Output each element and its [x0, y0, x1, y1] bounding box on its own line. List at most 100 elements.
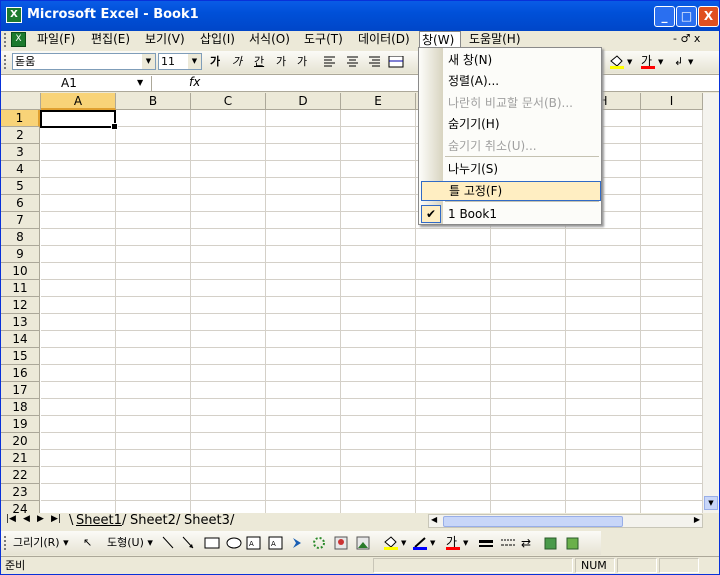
underline-button[interactable]: 간 — [254, 54, 264, 71]
status-text: 준비 — [5, 559, 26, 572]
toolbar-grip[interactable] — [4, 536, 7, 550]
row-header-19[interactable]: 19 — [1, 416, 40, 433]
menu-file[interactable]: 파일(F) — [35, 31, 77, 49]
row-header-10[interactable]: 10 — [1, 263, 40, 280]
active-cell[interactable] — [40, 110, 118, 130]
menu-insert[interactable]: 삽입(I) — [198, 31, 237, 49]
column-header-e[interactable]: E — [341, 93, 416, 110]
next-sheet-button[interactable]: ▶ — [37, 514, 44, 524]
column-header-a[interactable]: A — [41, 93, 116, 110]
row-header-11[interactable]: 11 — [1, 280, 40, 297]
row-header-5[interactable]: 5 — [1, 178, 40, 195]
gridline — [41, 415, 719, 416]
status-segment — [373, 558, 573, 573]
sheet-tab-3[interactable]: Sheet3 — [184, 513, 230, 529]
title-bar[interactable]: X Microsoft Excel - Book1 _ □ X — [1, 1, 719, 31]
column-header-c[interactable]: C — [191, 93, 266, 110]
sheet-tab-2[interactable]: Sheet2 — [130, 513, 176, 529]
window-menu-item-0[interactable]: 새 창(N) — [419, 50, 601, 70]
row-header-13[interactable]: 13 — [1, 314, 40, 331]
toolbar-grip[interactable] — [4, 55, 7, 69]
select-objects-icon[interactable]: ↖ — [83, 536, 92, 550]
close-button[interactable]: X — [698, 6, 719, 27]
scroll-right-button[interactable]: ▶ — [694, 515, 700, 524]
row-header-23[interactable]: 23 — [1, 484, 40, 501]
excel-window: X Microsoft Excel - Book1 _ □ X X 파일(F) … — [0, 0, 720, 575]
column-header-d[interactable]: D — [266, 93, 341, 110]
menu-data[interactable]: 데이터(D) — [356, 31, 412, 49]
menu-tools[interactable]: 도구(T) — [302, 31, 345, 49]
draw-menu-button[interactable]: 그리기(R) ▾ — [13, 536, 69, 550]
row-header-14[interactable]: 14 — [1, 331, 40, 348]
row-header-15[interactable]: 15 — [1, 348, 40, 365]
autoshapes-button[interactable]: 도형(U) ▾ — [107, 536, 153, 550]
last-sheet-button[interactable]: ▶| — [51, 514, 61, 524]
row-header-7[interactable]: 7 — [1, 212, 40, 229]
horizontal-scrollbar[interactable]: ◀ ▶ — [428, 514, 703, 528]
bold-button[interactable]: 가 — [210, 54, 220, 71]
sheet-tab-1[interactable]: Sheet1 — [76, 513, 122, 529]
document-icon[interactable]: X — [11, 32, 26, 47]
worksheet-grid[interactable]: ABCDEFGHI 123456789101112131415161718192… — [1, 93, 719, 513]
chevron-down-icon[interactable]: ▼ — [188, 54, 201, 69]
menu-format[interactable]: 서식(O) — [247, 31, 292, 49]
row-header-21[interactable]: 21 — [1, 450, 40, 467]
gridline — [41, 432, 719, 433]
font-size-select[interactable]: 11 ▼ — [158, 53, 202, 70]
row-header-4[interactable]: 4 — [1, 161, 40, 178]
window-menu-item-5[interactable]: 나누기(S) — [419, 159, 601, 179]
chevron-down-icon[interactable]: ▼ — [142, 54, 155, 69]
drawing-toolbar: 그리기(R) ▾ ↖ 도형(U) ▾ A A ▼ ▼ 가 ▼ ⇄ — [1, 531, 601, 555]
row-header-2[interactable]: 2 — [1, 127, 40, 144]
minimize-button[interactable]: _ — [654, 6, 675, 27]
row-header-8[interactable]: 8 — [1, 229, 40, 246]
menu-edit[interactable]: 편집(E) — [89, 31, 132, 49]
row-header-17[interactable]: 17 — [1, 382, 40, 399]
color-tools[interactable]: ▼ 가 ▼ ↲ ▼ — [608, 54, 718, 70]
fx-icon[interactable]: fx — [189, 75, 200, 89]
window-menu-item-6[interactable]: 틀 고정(F) — [421, 181, 601, 201]
sheet-tab-separator: / — [176, 513, 181, 528]
chevron-down-icon[interactable]: ▼ — [137, 76, 143, 90]
column-header-i[interactable]: I — [641, 93, 703, 110]
scroll-down-button[interactable]: ▼ — [704, 496, 718, 510]
document-window-controls[interactable]: - ♂ x — [673, 32, 700, 45]
excel-icon[interactable]: X — [6, 7, 22, 23]
row-header-16[interactable]: 16 — [1, 365, 40, 382]
superscript-button[interactable]: 가 — [276, 54, 286, 71]
italic-button[interactable]: 가 — [232, 54, 242, 71]
column-header-b[interactable]: B — [116, 93, 191, 110]
first-sheet-button[interactable]: |◀ — [6, 514, 16, 524]
vertical-scrollbar[interactable]: ▼ — [703, 93, 719, 513]
name-box[interactable]: A1 ▼ — [4, 76, 152, 91]
row-header-6[interactable]: 6 — [1, 195, 40, 212]
menu-grip[interactable] — [4, 33, 7, 47]
menu-separator — [445, 156, 599, 157]
prev-sheet-button[interactable]: ◀ — [23, 514, 30, 524]
window-menu-item-3[interactable]: 숨기기(H) — [419, 114, 601, 134]
gridline — [265, 110, 266, 513]
menu-view[interactable]: 보기(V) — [143, 31, 187, 49]
row-header-9[interactable]: 9 — [1, 246, 40, 263]
sheet-tab-separator: / — [230, 513, 235, 528]
row-header-1[interactable]: 1 — [1, 110, 40, 127]
window-menu-item-7[interactable]: 1 Book1 — [419, 204, 601, 224]
row-header-18[interactable]: 18 — [1, 399, 40, 416]
font-select[interactable]: 돋움 ▼ — [12, 53, 156, 70]
gridline — [41, 398, 719, 399]
svg-text:A: A — [271, 540, 276, 548]
row-header-20[interactable]: 20 — [1, 433, 40, 450]
row-header-24[interactable]: 24 — [1, 501, 40, 513]
subscript-button[interactable]: 가 — [297, 54, 307, 71]
row-header-12[interactable]: 12 — [1, 297, 40, 314]
scroll-thumb[interactable] — [443, 516, 623, 527]
row-header-22[interactable]: 22 — [1, 467, 40, 484]
window-menu-item-1[interactable]: 정렬(A)... — [419, 71, 601, 91]
select-all-corner[interactable] — [1, 93, 41, 110]
alignment-icons[interactable] — [323, 56, 415, 68]
maximize-button[interactable]: □ — [676, 6, 697, 27]
drawing-tools[interactable]: A A ▼ ▼ 가 ▼ ⇄ — [161, 535, 591, 551]
svg-text:가: 가 — [446, 535, 457, 549]
row-header-3[interactable]: 3 — [1, 144, 40, 161]
scroll-left-button[interactable]: ◀ — [431, 515, 437, 524]
